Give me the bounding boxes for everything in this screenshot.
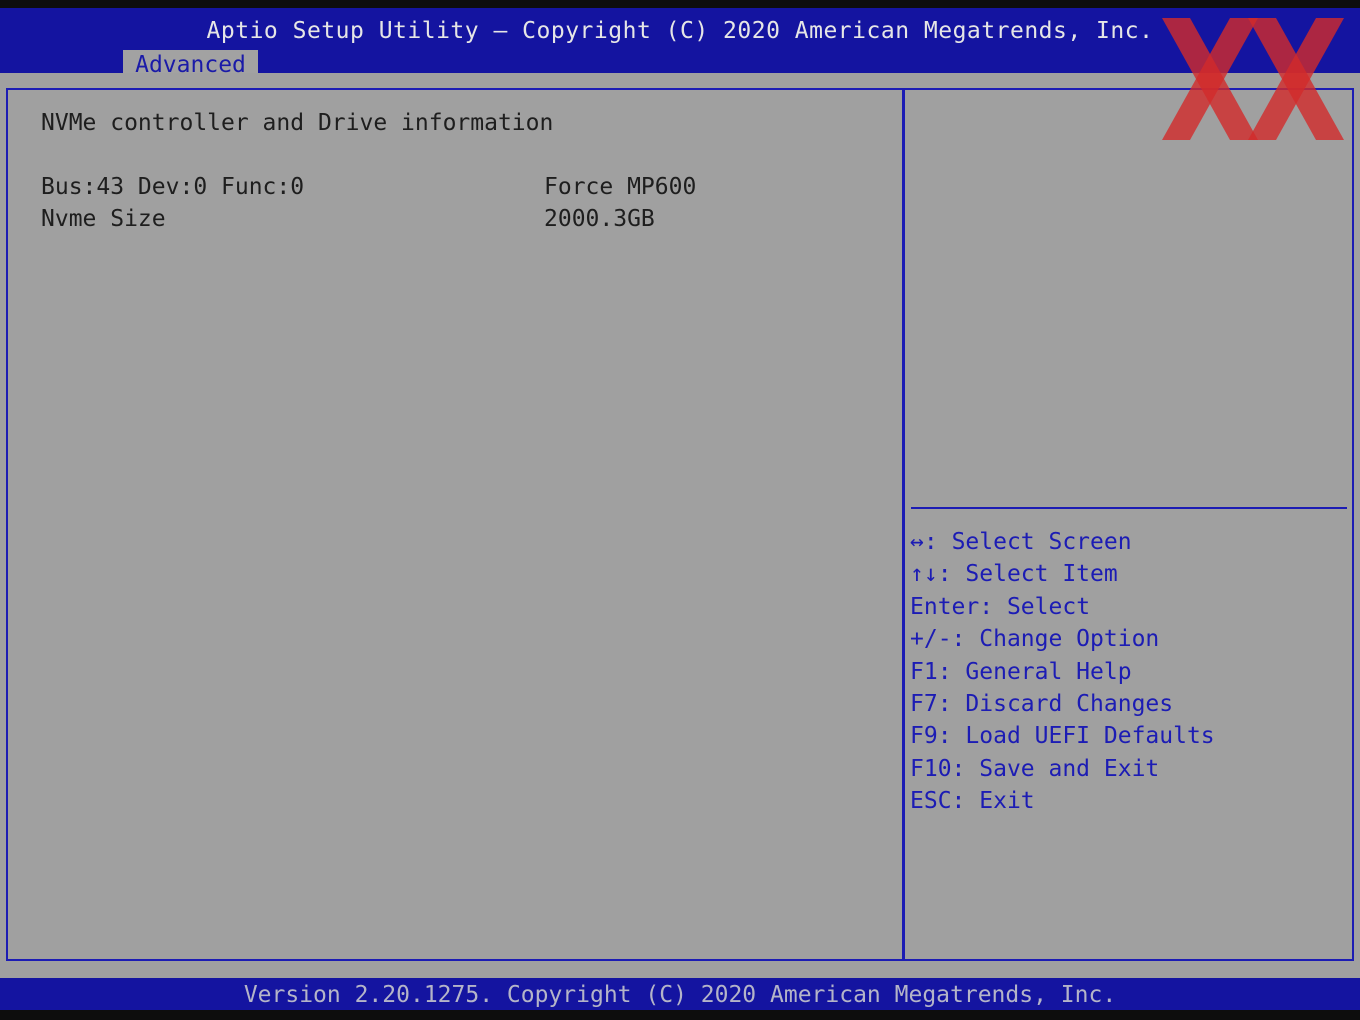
header-bar: Aptio Setup Utility – Copyright (C) 2020… bbox=[0, 8, 1360, 81]
key-label: F9: bbox=[910, 723, 952, 750]
key-help-list: ↔: Select Screen ↑↓: Select Item Enter: … bbox=[910, 526, 1215, 818]
key-help-discard-changes: F7: Discard Changes bbox=[910, 688, 1215, 720]
key-action: Change Option bbox=[979, 626, 1160, 653]
key-help-enter: Enter: Select bbox=[910, 591, 1215, 623]
main-frame bbox=[6, 88, 1354, 961]
key-action: Discard Changes bbox=[965, 690, 1174, 717]
key-help-select-screen: ↔: Select Screen bbox=[910, 526, 1215, 558]
key-label: ↔: bbox=[910, 529, 938, 555]
key-label: ESC: bbox=[910, 788, 966, 815]
window-title: Aptio Setup Utility – Copyright (C) 2020… bbox=[206, 18, 1154, 44]
key-help-exit: ESC: Exit bbox=[910, 785, 1215, 817]
key-help-save-exit: F10: Save and Exit bbox=[910, 753, 1215, 785]
key-help-change-option: +/-: Change Option bbox=[910, 623, 1215, 655]
key-help-general-help: F1: General Help bbox=[910, 656, 1215, 688]
key-action: Save and Exit bbox=[979, 755, 1160, 782]
key-action: Select Screen bbox=[951, 529, 1132, 555]
vertical-divider bbox=[902, 88, 905, 961]
main-area: NVMe controller and Drive information Bu… bbox=[0, 73, 1360, 978]
section-title: NVMe controller and Drive information bbox=[41, 110, 554, 136]
key-help-select-item: ↑↓: Select Item bbox=[910, 558, 1215, 590]
xx-watermark-logo-icon bbox=[1162, 18, 1344, 140]
key-label: F10: bbox=[910, 755, 966, 782]
key-action: Select Item bbox=[965, 561, 1118, 588]
footer-bar: Version 2.20.1275. Copyright (C) 2020 Am… bbox=[0, 978, 1360, 1010]
help-divider bbox=[911, 507, 1347, 509]
key-action: Load UEFI Defaults bbox=[965, 723, 1215, 750]
key-help-load-defaults: F9: Load UEFI Defaults bbox=[910, 720, 1215, 752]
key-action: Select bbox=[1006, 593, 1091, 620]
key-action: General Help bbox=[965, 658, 1132, 685]
nvme-size-value: 2000.3GB bbox=[544, 206, 655, 232]
key-label: Enter: bbox=[910, 593, 994, 620]
key-label: F7: bbox=[910, 690, 952, 717]
key-label: +/-: bbox=[910, 626, 966, 653]
bus-info-label: Bus:43 Dev:0 Func:0 bbox=[41, 174, 305, 200]
nvme-size-label: Nvme Size bbox=[41, 206, 166, 232]
key-action: Exit bbox=[979, 788, 1035, 815]
key-label: F1: bbox=[910, 658, 952, 685]
drive-model-value: Force MP600 bbox=[544, 174, 697, 200]
key-label: ↑↓: bbox=[910, 561, 952, 588]
